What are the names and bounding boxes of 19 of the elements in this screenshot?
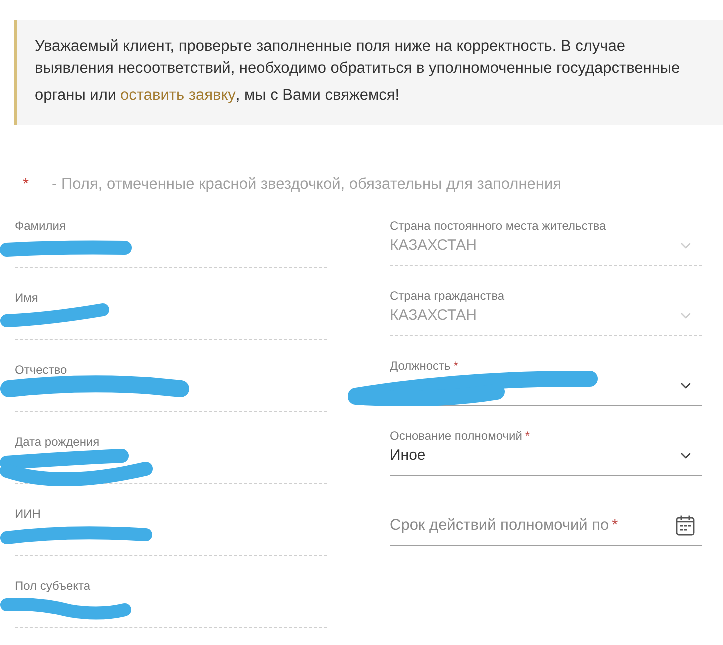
field-label: Основание полномочий * <box>390 429 532 443</box>
request-link[interactable]: оставить заявку <box>120 80 236 107</box>
field-label: Страна гражданства <box>390 289 506 303</box>
field-label: Фамилия <box>15 219 67 233</box>
chevron-down-icon[interactable] <box>681 453 691 459</box>
field-label: Должность * <box>390 359 460 373</box>
field-label: Имя <box>15 291 40 305</box>
required-note-text: - Поля, отмеченные красной звездочкой, обязательны для заполнения <box>52 176 562 194</box>
field-label: Дата рождения <box>15 435 101 449</box>
field-label: ИИН <box>15 507 42 521</box>
calendar-icon[interactable] <box>676 515 695 536</box>
date-field[interactable]: Срок действий полномочий по * <box>390 513 702 546</box>
notice-text: Уважаемый клиент, проверьте заполненные поля ниже на корректность. В случае выявления несоответствий, необходимо обратиться в уполномоченные государственные органы или оставить заявку, мы с Вами свяжемся! <box>35 36 705 107</box>
chevron-down-icon[interactable] <box>681 383 691 389</box>
field-label: Отчество <box>15 363 68 377</box>
select-field[interactable]: Иное <box>390 443 702 476</box>
field-label: Пол субъекта <box>15 579 92 593</box>
field-label: Страна постоянного места жительства <box>390 219 608 233</box>
required-asterisk: * <box>23 176 30 194</box>
